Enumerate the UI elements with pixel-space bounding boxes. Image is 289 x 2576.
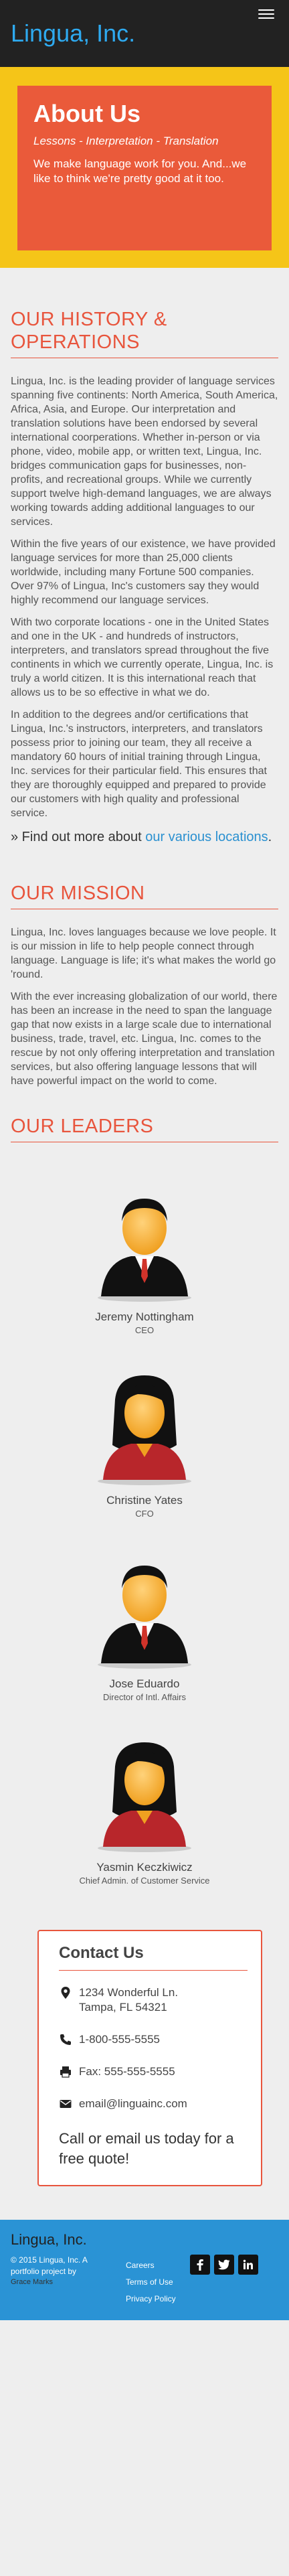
hero-tagline: Lessons - Interpretation - Translation [33,135,219,147]
mission-paragraph: With the ever increasing globalization o… [11,991,278,1087]
email-text[interactable]: email@linguainc.com [79,2097,187,2111]
female-avatar-icon [98,1375,191,1485]
contact-fax: Fax: 555-555-5555 [59,2064,248,2079]
phone-icon [60,2034,71,2045]
footer-copyright: © 2015 Lingua, Inc. A portfolio project … [11,2255,88,2276]
locations-link[interactable]: our various locations [145,830,268,844]
hero-card: About Us Lessons - Interpretation - Tran… [17,86,272,250]
footer: Lingua, Inc. © 2015 Lingua, Inc. A portf… [0,2220,289,2320]
leaders-title: OUR LEADERS [11,1115,278,1142]
contact-email: email@linguainc.com [59,2097,248,2111]
hero-section: About Us Lessons - Interpretation - Tran… [0,67,289,268]
footer-link-terms[interactable]: Terms of Use [126,2274,176,2291]
address-line2: Tampa, FL 54321 [79,2001,167,2014]
linkedin-icon[interactable] [238,2255,258,2275]
hero-text: We make language work for you. And...we … [33,157,247,185]
footer-link-careers[interactable]: Careers [126,2257,176,2274]
leader-name: Christine Yates [106,1494,183,1507]
contact-phone: 1-800-555-5555 [59,2032,248,2047]
leader-card: Yasmin Keczkiwicz Chief Admin. of Custom… [11,1733,278,1887]
history-paragraph: With two corporate locations - one in th… [11,617,274,698]
hero-title: About Us [33,100,140,127]
mission-title: OUR MISSION [11,882,278,909]
leader-card: Christine Yates CFO [11,1366,278,1520]
find-more-prefix: » Find out more about [11,830,146,844]
contact-cta: Call or email us today for a free quote! [59,2130,234,2167]
find-more-line: » Find out more about our various locati… [11,828,278,846]
contact-title: Contact Us [59,1943,248,1971]
contact-section: Contact Us 1234 Wonderful Ln. Tampa, FL … [0,1916,289,2220]
address-text: 1234 Wonderful Ln. Tampa, FL 54321 [79,1985,178,2015]
envelope-icon [60,2100,72,2108]
social-links [190,2255,258,2275]
leader-card: Jose Eduardo Director of Intl. Affairs [11,1549,278,1703]
contact-address: 1234 Wonderful Ln. Tampa, FL 54321 [59,1985,248,2015]
leader-role: Director of Intl. Affairs [102,1692,187,1702]
hamburger-menu-icon[interactable] [258,9,274,21]
main-content: OUR HISTORY & OPERATIONS Lingua, Inc. is… [0,268,289,1887]
address-line1: 1234 Wonderful Ln. [79,1986,179,1999]
map-marker-icon [61,1987,70,1999]
footer-link-privacy[interactable]: Privacy Policy [126,2291,176,2307]
leader-name: Jose Eduardo [109,1677,180,1690]
leader-name: Yasmin Keczkiwicz [96,1861,193,1874]
navbar: Lingua, Inc. [0,0,289,67]
leader-card: Jeremy Nottingham CEO [11,1183,278,1337]
twitter-icon[interactable] [214,2255,234,2275]
phone-text[interactable]: 1-800-555-5555 [79,2032,160,2047]
fax-icon [60,2066,71,2078]
find-more-suffix: . [268,830,272,844]
fax-text: Fax: 555-555-5555 [79,2065,175,2078]
brand-logo[interactable]: Lingua, Inc. [11,19,278,48]
history-paragraph: In addition to the degrees and/or certif… [11,709,267,819]
leader-role: CFO [135,1509,154,1519]
leader-role: CEO [134,1325,155,1335]
history-paragraph: Lingua, Inc. is the leading provider of … [11,376,278,528]
mission-paragraph: Lingua, Inc. loves languages because we … [11,927,276,980]
history-paragraph: Within the five years of our existence, … [11,538,276,606]
leader-role: Chief Admin. of Customer Service [79,1876,210,1886]
contact-card: Contact Us 1234 Wonderful Ln. Tampa, FL … [37,1930,262,2186]
leader-name: Jeremy Nottingham [95,1310,194,1323]
facebook-icon[interactable] [190,2255,210,2275]
male-avatar-icon [98,1566,191,1669]
history-title: OUR HISTORY & OPERATIONS [11,308,278,358]
footer-brand[interactable]: Lingua, Inc. [11,2230,278,2249]
footer-links: Careers Terms of Use Privacy Policy [126,2257,176,2307]
female-avatar-icon [98,1742,191,1852]
male-avatar-icon [98,1199,191,1302]
